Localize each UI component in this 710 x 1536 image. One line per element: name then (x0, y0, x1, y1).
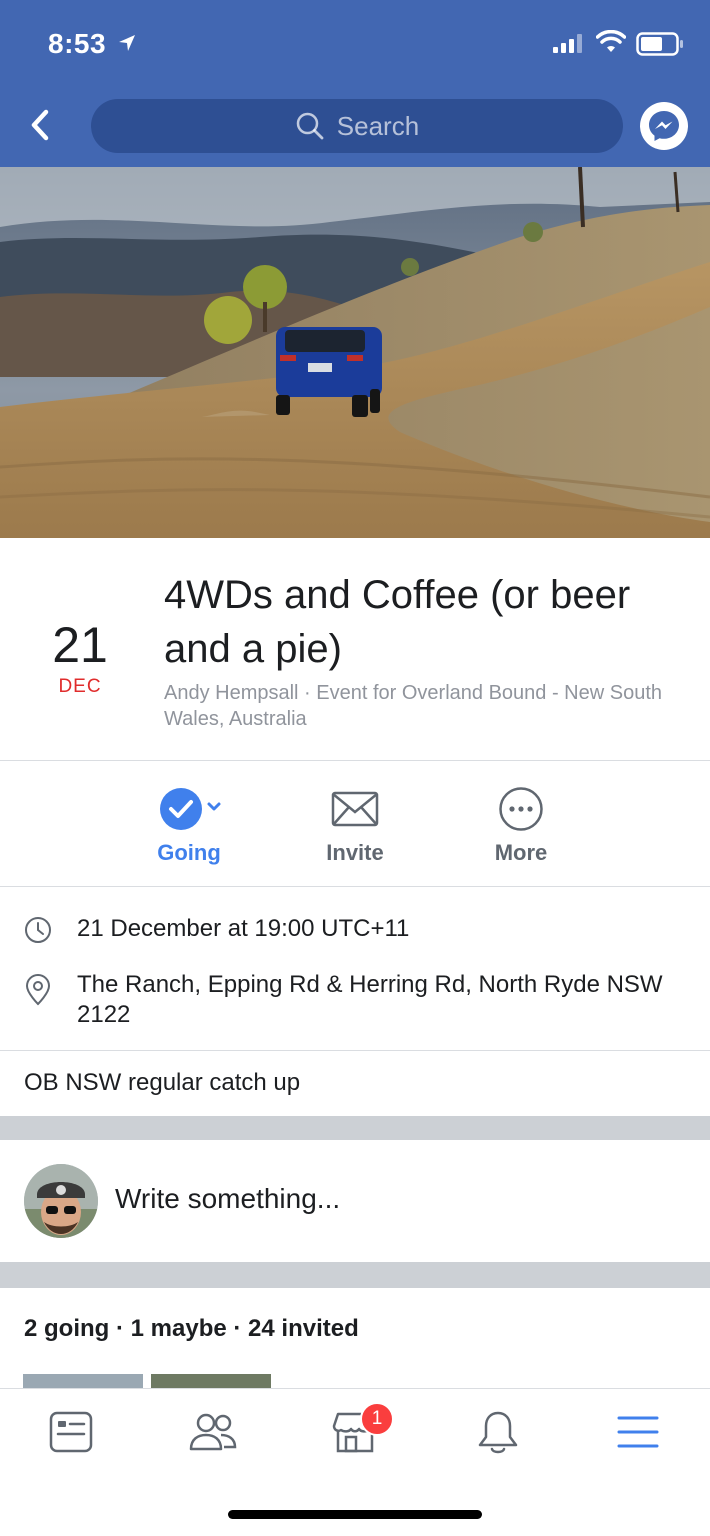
event-host-info[interactable]: Andy Hempsall · Event for Overland Bound… (164, 680, 664, 732)
messenger-icon (649, 111, 679, 141)
going-button[interactable]: Going (124, 786, 254, 866)
avatar-image (24, 1164, 98, 1238)
notifications-icon (478, 1411, 518, 1454)
tab-news-feed[interactable] (41, 1409, 101, 1455)
event-title: 4WDs and Coffee (or beer and a pie) (164, 573, 631, 671)
tab-friends[interactable] (183, 1409, 243, 1455)
top-bar: 8:53 Search (0, 0, 710, 167)
marketplace-notification-badge: 1 (360, 1402, 394, 1436)
check-circle-icon (160, 788, 221, 830)
event-description: OB NSW regular catch up (24, 1069, 301, 1096)
going-label: Going (157, 840, 221, 865)
section-separator (0, 1116, 710, 1140)
section-separator (0, 1262, 710, 1288)
messenger-button[interactable] (640, 102, 688, 150)
back-button[interactable] (20, 103, 60, 147)
search-icon (296, 112, 324, 140)
guest-summary[interactable]: 2 going · 1 maybe · 24 invited (24, 1315, 359, 1343)
write-something-input[interactable]: Write something... (115, 1183, 340, 1215)
chevron-down-icon (207, 802, 221, 811)
wifi-icon (596, 30, 626, 52)
tab-notifications[interactable] (468, 1409, 528, 1455)
divider (0, 1050, 710, 1051)
location-arrow-icon (119, 35, 135, 51)
home-indicator[interactable] (228, 1510, 482, 1519)
event-time[interactable]: 21 December at 19:00 UTC+11 (77, 914, 409, 944)
more-dots-icon (499, 787, 543, 831)
menu-icon (617, 1416, 659, 1448)
divider (0, 886, 710, 887)
cellular-signal-icon (553, 33, 582, 53)
cover-image (0, 167, 710, 538)
clock-icon (25, 917, 51, 943)
news-feed-icon (49, 1411, 93, 1453)
search-placeholder: Search (336, 110, 420, 141)
more-label: More (494, 840, 548, 865)
friends-icon (189, 1413, 237, 1451)
invite-button[interactable]: Invite (290, 786, 420, 866)
event-date-month: DEC (58, 676, 102, 697)
invite-label: Invite (326, 840, 384, 865)
event-cover-photo[interactable] (0, 167, 710, 538)
envelope-icon (331, 791, 379, 827)
chevron-left-icon (31, 109, 49, 141)
status-time: 8:53 (48, 28, 107, 59)
event-location[interactable]: The Ranch, Epping Rd & Herring Rd, North… (77, 970, 687, 1030)
location-pin-icon (25, 974, 51, 1006)
avatar[interactable] (24, 1164, 98, 1238)
more-button[interactable]: More (456, 786, 586, 866)
battery-icon (636, 32, 683, 56)
event-date-day: 21 (52, 617, 108, 673)
divider (0, 760, 710, 761)
search-bar[interactable]: Search (91, 99, 623, 153)
tab-menu[interactable] (608, 1409, 668, 1455)
